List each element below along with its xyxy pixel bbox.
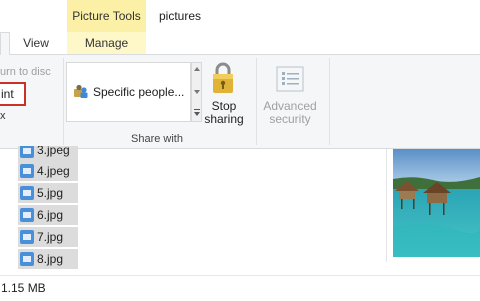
burn-to-disc-button[interactable]: urn to disc [0, 66, 51, 78]
jpg-file-icon [20, 230, 34, 244]
share-with-list[interactable]: Specific people... [66, 62, 191, 122]
file-name: 8.jpg [37, 252, 64, 266]
tab-manage[interactable]: Manage [67, 32, 146, 54]
ribbon-separator [329, 58, 330, 145]
share-list-item-specific-people[interactable]: Specific people... [93, 85, 184, 99]
padlock-icon [211, 61, 235, 95]
advanced-security-label-line2: security [269, 112, 311, 126]
preview-image [393, 149, 480, 257]
status-bar [0, 275, 480, 301]
people-icon [73, 83, 89, 99]
stop-sharing-label-line2: sharing [204, 112, 244, 126]
scroll-up-icon[interactable] [193, 65, 201, 73]
file-item[interactable]: 8.jpg [18, 249, 78, 269]
window-title: pictures [159, 9, 202, 23]
ribbon-separator [256, 58, 257, 145]
jpg-file-icon [20, 164, 34, 178]
scroll-down-icon[interactable] [193, 88, 201, 96]
ribbon-separator [63, 58, 64, 145]
file-item[interactable]: 3.jpeg [18, 146, 78, 161]
jpg-file-icon [20, 252, 34, 266]
file-name: 5.jpg [37, 186, 64, 200]
jpg-file-icon [20, 186, 34, 200]
file-name: 6.jpg [37, 208, 64, 222]
file-name: 4.jpeg [37, 164, 70, 178]
tab-view[interactable]: View [14, 32, 58, 54]
file-item[interactable]: 5.jpg [18, 183, 78, 203]
jpg-file-icon [20, 208, 34, 222]
file-name: 7.jpg [37, 230, 64, 244]
print-label: int [1, 87, 14, 101]
advanced-security-button[interactable]: Advanced security [261, 100, 319, 126]
file-item[interactable]: 6.jpg [18, 205, 78, 225]
stop-sharing-button[interactable]: Stop sharing [202, 100, 246, 126]
expand-gallery-icon[interactable] [193, 109, 201, 119]
status-size: 1.15 MB [1, 281, 46, 295]
jpg-file-icon [20, 146, 34, 158]
share-list-scrollbar[interactable] [191, 62, 202, 122]
file-item[interactable]: 4.jpeg [18, 161, 78, 181]
fax-button[interactable]: x [0, 110, 6, 122]
security-doc-icon [275, 65, 305, 93]
file-item[interactable]: 7.jpg [18, 227, 78, 247]
group-label-share-with: Share with [131, 133, 183, 145]
tab-share-selected-edge[interactable] [0, 32, 10, 55]
picture-tools-label: Picture Tools [72, 9, 141, 23]
file-name: 3.jpeg [37, 146, 70, 157]
